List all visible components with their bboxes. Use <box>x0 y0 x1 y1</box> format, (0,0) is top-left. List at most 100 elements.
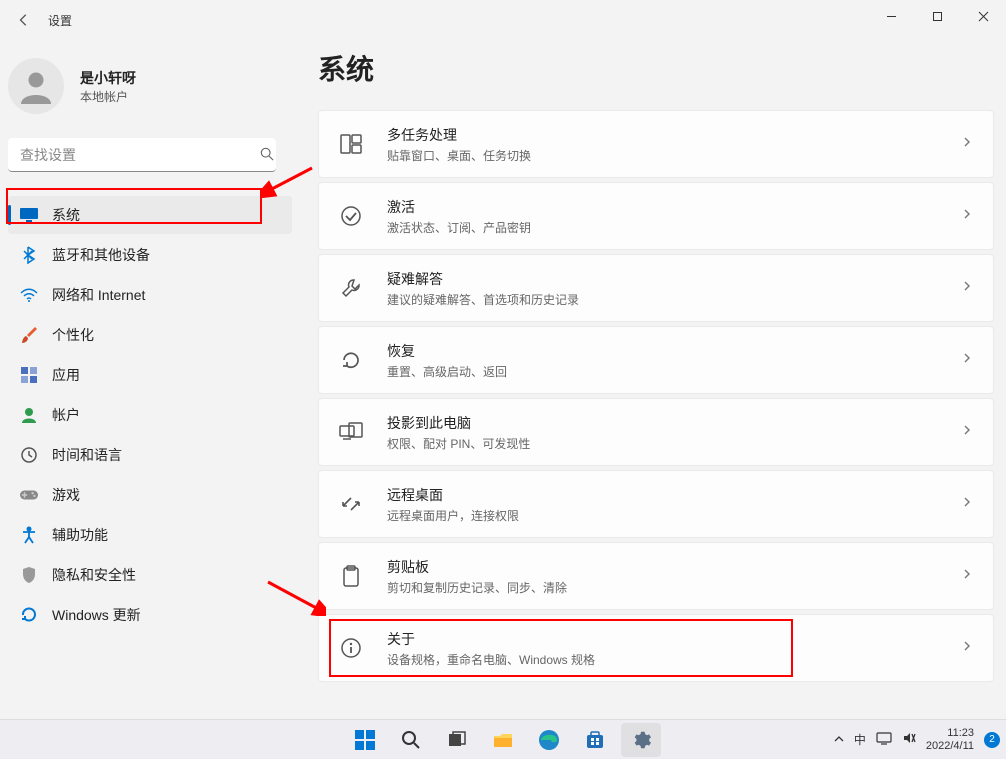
page-title: 系统 <box>318 48 994 88</box>
card-subtitle: 权限、配对 PIN、可发现性 <box>387 435 961 452</box>
user-account-type: 本地帐户 <box>80 88 136 105</box>
titlebar: 设置 <box>0 0 1006 40</box>
chevron-right-icon <box>961 207 973 225</box>
file-explorer-button[interactable] <box>483 723 523 757</box>
sidebar-item-3[interactable]: 个性化 <box>8 316 292 354</box>
sidebar-item-4[interactable]: 应用 <box>8 356 292 394</box>
sidebar-item-label: 辅助功能 <box>52 525 108 545</box>
sidebar-item-label: 隐私和安全性 <box>52 565 136 585</box>
network-icon[interactable] <box>876 731 892 748</box>
card-title: 多任务处理 <box>387 125 961 145</box>
sidebar-item-label: 帐户 <box>52 405 80 425</box>
system-tray: 中 11:23 2022/4/11 2 <box>834 727 1000 751</box>
person-icon <box>20 406 38 424</box>
settings-button[interactable] <box>621 723 661 757</box>
card-subtitle: 建议的疑难解答、首选项和历史记录 <box>387 291 961 308</box>
settings-card-multitask[interactable]: 多任务处理贴靠窗口、桌面、任务切换 <box>318 110 994 178</box>
clock-icon <box>20 446 38 464</box>
nav-list: 系统蓝牙和其他设备网络和 Internet 个性化应用帐户时间和语言游戏辅助功能隐… <box>8 196 292 634</box>
notification-badge[interactable]: 2 <box>984 732 1000 748</box>
sidebar-item-5[interactable]: 帐户 <box>8 396 292 434</box>
clipboard-icon <box>339 564 363 588</box>
check-icon <box>339 204 363 228</box>
sidebar-item-label: 应用 <box>52 365 80 385</box>
settings-card-info[interactable]: 关于设备规格，重命名电脑、Windows 规格 <box>318 614 994 682</box>
card-title: 关于 <box>387 629 961 649</box>
app-title: 设置 <box>48 12 72 29</box>
settings-card-remote[interactable]: 远程桌面远程桌面用户，连接权限 <box>318 470 994 538</box>
sidebar-item-7[interactable]: 游戏 <box>8 476 292 514</box>
search-box <box>8 138 292 172</box>
volume-icon[interactable] <box>902 731 916 748</box>
taskbar: 中 11:23 2022/4/11 2 <box>0 719 1006 759</box>
ime-indicator[interactable]: 中 <box>854 731 866 748</box>
chevron-right-icon <box>961 351 973 369</box>
settings-card-recovery[interactable]: 恢复重置、高级启动、返回 <box>318 326 994 394</box>
card-title: 激活 <box>387 197 961 217</box>
sidebar-item-label: 时间和语言 <box>52 445 122 465</box>
time-label: 11:23 <box>926 727 974 739</box>
shield-icon <box>20 566 38 584</box>
back-button[interactable] <box>8 4 40 36</box>
taskbar-center <box>345 723 661 757</box>
sidebar-item-label: Windows 更新 <box>52 605 141 625</box>
chevron-right-icon <box>961 423 973 441</box>
search-input[interactable] <box>8 138 276 172</box>
clock[interactable]: 11:23 2022/4/11 <box>926 727 974 751</box>
taskbar-search-button[interactable] <box>391 723 431 757</box>
card-title: 疑难解答 <box>387 269 961 289</box>
sidebar-item-8[interactable]: 辅助功能 <box>8 516 292 554</box>
sidebar-item-label: 蓝牙和其他设备 <box>52 245 150 265</box>
info-icon <box>339 636 363 660</box>
card-title: 恢复 <box>387 341 961 361</box>
date-label: 2022/4/11 <box>926 740 974 752</box>
chevron-right-icon <box>961 495 973 513</box>
edge-button[interactable] <box>529 723 569 757</box>
sidebar-item-label: 网络和 Internet <box>52 285 145 305</box>
content-area: 系统 多任务处理贴靠窗口、桌面、任务切换激活激活状态、订阅、产品密钥疑难解答建议… <box>300 40 1006 719</box>
search-icon <box>260 147 274 166</box>
remote-icon <box>339 492 363 516</box>
chevron-right-icon <box>961 567 973 585</box>
card-subtitle: 剪切和复制历史记录、同步、清除 <box>387 579 961 596</box>
avatar <box>8 58 64 114</box>
settings-list: 多任务处理贴靠窗口、桌面、任务切换激活激活状态、订阅、产品密钥疑难解答建议的疑难… <box>318 110 994 682</box>
start-button[interactable] <box>345 723 385 757</box>
task-view-button[interactable] <box>437 723 477 757</box>
sidebar-item-2[interactable]: 网络和 Internet <box>8 276 292 314</box>
wifi-icon <box>20 286 38 304</box>
store-button[interactable] <box>575 723 615 757</box>
card-subtitle: 远程桌面用户，连接权限 <box>387 507 961 524</box>
project-icon <box>339 420 363 444</box>
chevron-right-icon <box>961 135 973 153</box>
sidebar-item-9[interactable]: 隐私和安全性 <box>8 556 292 594</box>
settings-card-check[interactable]: 激活激活状态、订阅、产品密钥 <box>318 182 994 250</box>
user-name: 是小轩呀 <box>80 68 136 88</box>
sidebar-item-10[interactable]: Windows 更新 <box>8 596 292 634</box>
chevron-right-icon <box>961 279 973 297</box>
card-title: 远程桌面 <box>387 485 961 505</box>
game-icon <box>20 486 38 504</box>
settings-card-wrench[interactable]: 疑难解答建议的疑难解答、首选项和历史记录 <box>318 254 994 322</box>
user-block[interactable]: 是小轩呀 本地帐户 <box>8 58 292 138</box>
card-title: 投影到此电脑 <box>387 413 961 433</box>
minimize-button[interactable] <box>868 0 914 32</box>
maximize-button[interactable] <box>914 0 960 32</box>
sidebar-item-label: 个性化 <box>52 325 94 345</box>
card-subtitle: 贴靠窗口、桌面、任务切换 <box>387 147 961 164</box>
apps-icon <box>20 366 38 384</box>
close-button[interactable] <box>960 0 1006 32</box>
settings-card-project[interactable]: 投影到此电脑权限、配对 PIN、可发现性 <box>318 398 994 466</box>
tray-overflow-icon[interactable] <box>834 733 844 747</box>
monitor-icon <box>20 206 38 224</box>
card-title: 剪贴板 <box>387 557 961 577</box>
multitask-icon <box>339 132 363 156</box>
sidebar-item-1[interactable]: 蓝牙和其他设备 <box>8 236 292 274</box>
card-subtitle: 激活状态、订阅、产品密钥 <box>387 219 961 236</box>
sidebar-item-label: 游戏 <box>52 485 80 505</box>
settings-card-clipboard[interactable]: 剪贴板剪切和复制历史记录、同步、清除 <box>318 542 994 610</box>
chevron-right-icon <box>961 639 973 657</box>
sidebar-item-0[interactable]: 系统 <box>8 196 292 234</box>
accessibility-icon <box>20 526 38 544</box>
sidebar-item-6[interactable]: 时间和语言 <box>8 436 292 474</box>
